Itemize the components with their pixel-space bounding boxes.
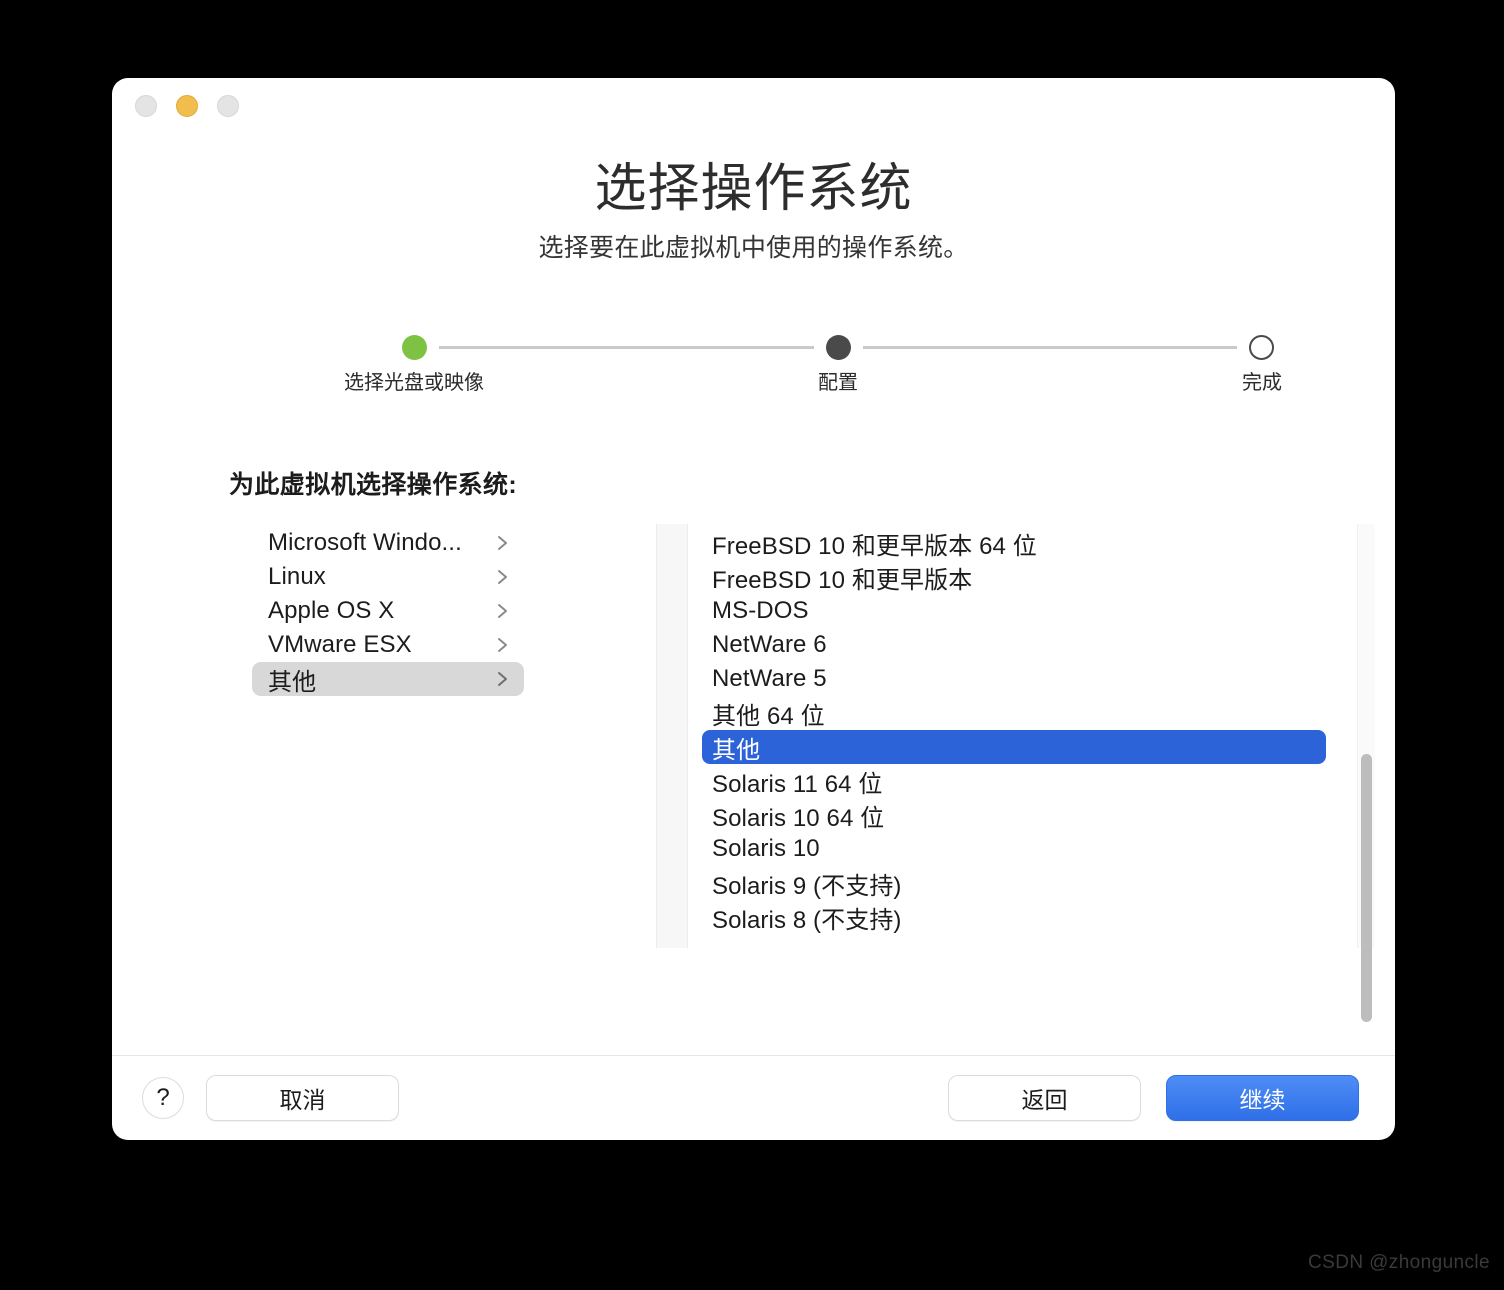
back-button[interactable]: 返回: [948, 1075, 1141, 1121]
os-label: 其他 64 位: [712, 702, 825, 730]
close-window-button[interactable]: [135, 95, 157, 117]
category-label: 其他: [268, 668, 317, 696]
category-label: VMware ESX: [268, 631, 412, 658]
maximize-window-button[interactable]: [217, 95, 239, 117]
list-divider: [656, 524, 688, 948]
chevron-right-icon: [496, 534, 510, 552]
step-node-pending: [1249, 334, 1274, 360]
os-label: Solaris 11 64 位: [712, 770, 883, 798]
list-item[interactable]: FreeBSD 10 和更早版本: [702, 560, 1232, 594]
list-item[interactable]: Solaris 10: [702, 832, 1232, 866]
os-label: NetWare 5: [712, 665, 827, 692]
page-subtitle: 选择要在此虚拟机中使用的操作系统。: [538, 234, 969, 263]
category-label: Apple OS X: [268, 597, 395, 624]
cancel-button[interactable]: 取消: [206, 1075, 399, 1121]
step-node-current: [825, 334, 851, 360]
os-label: NetWare 6: [712, 631, 827, 658]
category-item-apple-os-x[interactable]: Apple OS X: [252, 594, 524, 628]
category-item-linux[interactable]: Linux: [252, 560, 524, 594]
chevron-right-icon: [496, 670, 510, 688]
list-item[interactable]: NetWare 5: [702, 662, 1232, 696]
os-label: Solaris 8 (不支持): [712, 906, 902, 934]
wizard-header: 选择操作系统 选择要在此虚拟机中使用的操作系统。: [112, 160, 1395, 264]
list-item[interactable]: Solaris 10 64 位: [702, 798, 1232, 832]
list-item[interactable]: Solaris 11 64 位: [702, 764, 1232, 798]
os-variant-list[interactable]: FreeBSD 10 和更早版本 64 位 FreeBSD 10 和更早版本 M…: [702, 526, 1326, 934]
step-node-done: [402, 334, 427, 360]
os-label: Solaris 9 (不支持): [712, 872, 902, 900]
step-connector-1: [439, 345, 814, 349]
list-item-selected[interactable]: 其他: [702, 730, 1326, 764]
stepper-labels: 选择光盘或映像 配置 完成: [344, 366, 1282, 396]
os-label: MS-DOS: [712, 597, 809, 624]
category-item-vmware-esx[interactable]: VMware ESX: [252, 628, 524, 662]
window-traffic-lights: [135, 95, 239, 117]
wizard-footer: ? 取消 返回 继续: [112, 1056, 1395, 1140]
step-label-configure: 配置: [818, 372, 858, 394]
list-item[interactable]: Solaris 9 (不支持): [702, 866, 1232, 900]
list-item[interactable]: MS-DOS: [702, 594, 1232, 628]
list-item[interactable]: Solaris 8 (不支持): [702, 900, 1232, 934]
step-label-select-disc: 选择光盘或映像: [344, 372, 484, 394]
chevron-right-icon: [496, 602, 510, 620]
category-label: Microsoft Windo...: [268, 529, 462, 556]
continue-button[interactable]: 继续: [1166, 1075, 1359, 1121]
chevron-right-icon: [496, 636, 510, 654]
os-list-scrollbar-thumb[interactable]: [1361, 754, 1372, 1022]
list-item[interactable]: 其他 64 位: [702, 696, 1232, 730]
category-item-microsoft-windows[interactable]: Microsoft Windo...: [252, 526, 524, 560]
step-label-finish: 完成: [1242, 372, 1282, 394]
os-label: FreeBSD 10 和更早版本 64 位: [712, 532, 1037, 560]
os-selection-area: Microsoft Windo... Linux Apple OS X VMwa…: [252, 524, 1375, 1022]
stepper-track: [402, 334, 1274, 360]
category-label: Linux: [268, 563, 326, 590]
category-item-other[interactable]: 其他: [252, 662, 524, 696]
chevron-right-icon: [496, 568, 510, 586]
os-label: 其他: [712, 736, 761, 764]
watermark: CSDN @zhonguncle: [1308, 1252, 1490, 1273]
page-title: 选择操作系统: [594, 160, 913, 218]
os-label: Solaris 10: [712, 835, 820, 862]
section-heading: 为此虚拟机选择操作系统:: [229, 471, 518, 499]
minimize-window-button[interactable]: [176, 95, 198, 117]
step-connector-2: [862, 345, 1237, 349]
help-button[interactable]: ?: [142, 1077, 184, 1119]
list-item[interactable]: NetWare 6: [702, 628, 1232, 662]
screen: 选择操作系统 选择要在此虚拟机中使用的操作系统。 选择光盘或映像 配置 完成 为…: [0, 0, 1504, 1290]
os-label: FreeBSD 10 和更早版本: [712, 566, 973, 594]
os-category-list[interactable]: Microsoft Windo... Linux Apple OS X VMwa…: [252, 526, 524, 696]
os-label: Solaris 10 64 位: [712, 804, 885, 832]
vm-wizard-window: 选择操作系统 选择要在此虚拟机中使用的操作系统。 选择光盘或映像 配置 完成 为…: [112, 78, 1395, 1140]
wizard-stepper: 选择光盘或映像 配置 完成: [344, 334, 1282, 404]
list-item[interactable]: FreeBSD 10 和更早版本 64 位: [702, 526, 1232, 560]
